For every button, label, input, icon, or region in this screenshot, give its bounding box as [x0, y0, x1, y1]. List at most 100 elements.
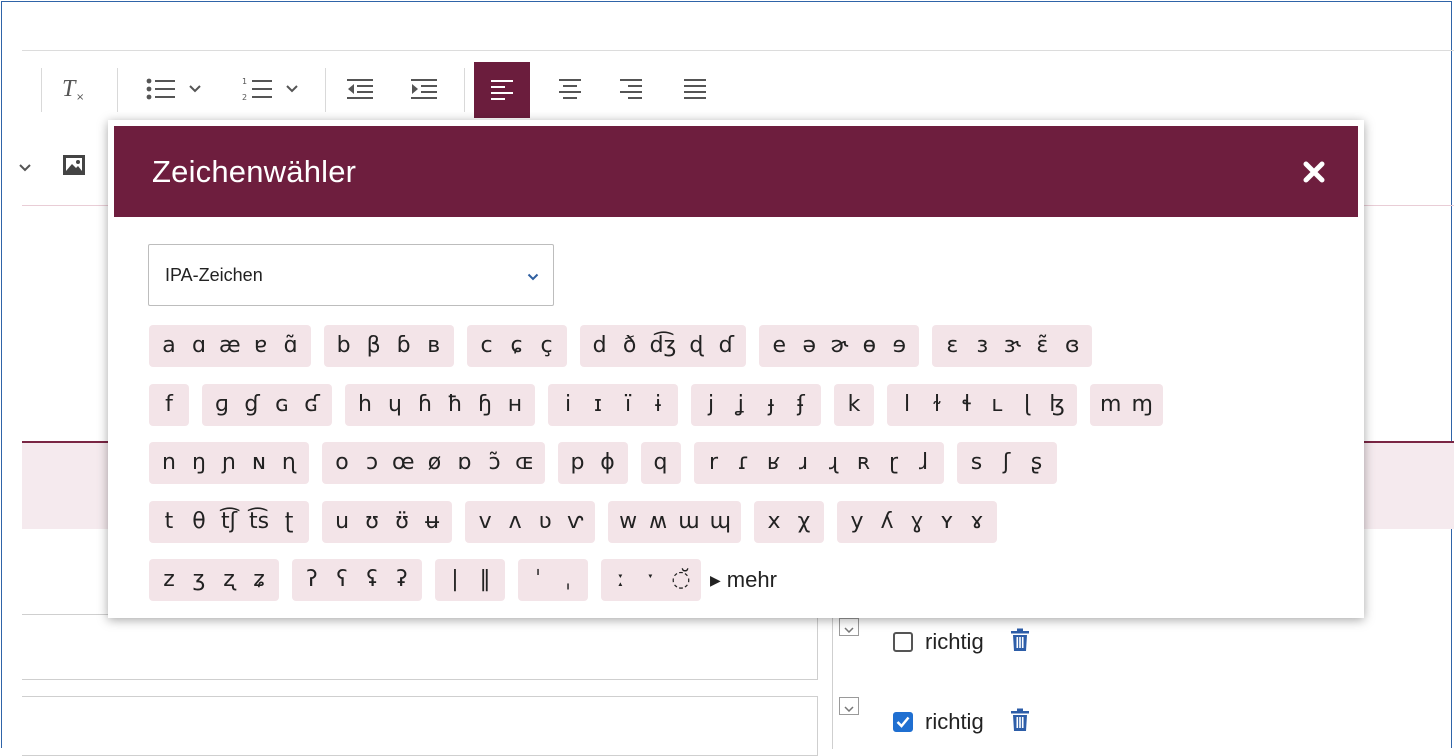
- character-button[interactable]: ɧ: [470, 384, 500, 426]
- character-button[interactable]: ɾ: [729, 442, 759, 484]
- align-justify-button[interactable]: [675, 66, 715, 112]
- character-button[interactable]: y: [842, 501, 872, 543]
- character-button[interactable]: z: [154, 559, 184, 601]
- character-button[interactable]: ʂ: [1022, 442, 1052, 484]
- character-button[interactable]: i: [553, 384, 583, 426]
- answer-text-field[interactable]: [22, 614, 818, 680]
- align-left-button[interactable]: [474, 62, 530, 118]
- character-button[interactable]: ʎ: [872, 501, 902, 543]
- align-center-button[interactable]: [550, 66, 590, 112]
- character-button[interactable]: ʔ: [297, 559, 327, 601]
- character-button[interactable]: x: [759, 501, 789, 543]
- character-button[interactable]: ʍ: [643, 501, 673, 543]
- character-button[interactable]: æ: [214, 325, 246, 367]
- character-button[interactable]: d: [585, 325, 615, 367]
- character-button[interactable]: t͡ʃ: [214, 501, 244, 543]
- character-button[interactable]: ɴ: [244, 442, 274, 484]
- character-button[interactable]: r: [699, 442, 729, 484]
- character-button[interactable]: ɑ: [184, 325, 214, 367]
- character-button[interactable]: ʁ: [759, 442, 789, 484]
- character-button[interactable]: ɓ: [389, 325, 419, 367]
- character-button[interactable]: ɒ: [450, 442, 480, 484]
- character-button[interactable]: ɑ̃: [276, 325, 306, 367]
- character-button[interactable]: ç: [532, 325, 562, 367]
- numbered-list-button[interactable]: 12: [228, 66, 312, 112]
- correct-checkbox[interactable]: [893, 632, 913, 652]
- character-button[interactable]: ⱱ: [560, 501, 590, 543]
- more-button[interactable]: ▶ mehr: [710, 567, 777, 593]
- character-button[interactable]: q: [646, 442, 676, 484]
- character-button[interactable]: ɳ: [274, 442, 304, 484]
- category-select[interactable]: IPA-Zeichen: [148, 244, 554, 306]
- outdent-button[interactable]: [340, 66, 380, 112]
- character-button[interactable]: ː: [606, 559, 636, 601]
- character-button[interactable]: ɞ: [1057, 325, 1087, 367]
- character-button[interactable]: ʒ: [184, 559, 214, 601]
- trash-icon[interactable]: [1010, 708, 1030, 736]
- character-button[interactable]: ʊ: [357, 501, 387, 543]
- character-button[interactable]: ɕ: [502, 325, 532, 367]
- character-button[interactable]: ɠ: [237, 384, 267, 426]
- character-button[interactable]: ɭ: [1012, 384, 1042, 426]
- character-button[interactable]: u: [327, 501, 357, 543]
- character-button[interactable]: ˑ: [636, 559, 666, 601]
- character-button[interactable]: ɝ: [997, 325, 1027, 367]
- character-button[interactable]: ɛ̃: [1027, 325, 1057, 367]
- character-button[interactable]: ø: [420, 442, 450, 484]
- character-button[interactable]: b: [329, 325, 359, 367]
- character-button[interactable]: ʐ: [214, 559, 244, 601]
- bullet-list-button[interactable]: [130, 66, 216, 112]
- character-button[interactable]: ɦ: [410, 384, 440, 426]
- character-button[interactable]: ɟ: [756, 384, 786, 426]
- character-button[interactable]: ɯ: [673, 501, 704, 543]
- character-button[interactable]: ï: [613, 384, 643, 426]
- character-button[interactable]: |: [440, 559, 470, 601]
- character-button[interactable]: ɘ: [884, 325, 914, 367]
- character-button[interactable]: ‖: [470, 559, 500, 601]
- character-button[interactable]: ɗ: [711, 325, 741, 367]
- character-button[interactable]: ɬ: [952, 384, 982, 426]
- character-button[interactable]: ɮ: [1042, 384, 1072, 426]
- character-button[interactable]: ɺ: [909, 442, 939, 484]
- character-button[interactable]: χ: [789, 501, 819, 543]
- trash-icon[interactable]: [1010, 628, 1030, 656]
- character-button[interactable]: m: [1095, 384, 1126, 426]
- answer-type-select[interactable]: [839, 618, 859, 636]
- character-button[interactable]: ə: [794, 325, 824, 367]
- character-button[interactable]: ʙ: [419, 325, 449, 367]
- character-button[interactable]: c: [472, 325, 502, 367]
- character-button[interactable]: ɔ̃: [480, 442, 510, 484]
- character-button[interactable]: ŋ: [184, 442, 214, 484]
- character-button[interactable]: t: [154, 501, 184, 543]
- answer-type-select[interactable]: [839, 697, 859, 715]
- align-right-button[interactable]: [611, 66, 651, 112]
- character-button[interactable]: ɐ: [246, 325, 276, 367]
- character-button[interactable]: j: [696, 384, 726, 426]
- character-button[interactable]: ɤ: [962, 501, 992, 543]
- character-button[interactable]: f: [154, 384, 184, 426]
- character-button[interactable]: h: [350, 384, 380, 426]
- character-button[interactable]: ɚ: [824, 325, 854, 367]
- character-button[interactable]: œ: [387, 442, 420, 484]
- indent-button[interactable]: [404, 66, 444, 112]
- character-button[interactable]: ʟ: [982, 384, 1012, 426]
- character-button[interactable]: ˌ: [553, 559, 583, 601]
- character-button[interactable]: ʉ: [417, 501, 447, 543]
- character-button[interactable]: d͡ʒ: [645, 325, 682, 367]
- character-button[interactable]: ɫ: [922, 384, 952, 426]
- character-button[interactable]: ɔ: [357, 442, 387, 484]
- character-button[interactable]: ˈ: [523, 559, 553, 601]
- character-button[interactable]: ɣ: [902, 501, 932, 543]
- character-button[interactable]: ð: [615, 325, 645, 367]
- character-button[interactable]: ʋ: [530, 501, 560, 543]
- character-button[interactable]: ɨ: [643, 384, 673, 426]
- character-button[interactable]: ɰ: [705, 501, 736, 543]
- character-button[interactable]: v: [470, 501, 500, 543]
- character-button[interactable]: ɻ: [819, 442, 849, 484]
- character-button[interactable]: ɖ: [681, 325, 711, 367]
- character-button[interactable]: ɱ: [1126, 384, 1157, 426]
- image-icon[interactable]: [62, 154, 86, 180]
- character-button[interactable]: ʃ: [992, 442, 1022, 484]
- character-button[interactable]: ɛ: [937, 325, 967, 367]
- character-button[interactable]: ʈ: [274, 501, 304, 543]
